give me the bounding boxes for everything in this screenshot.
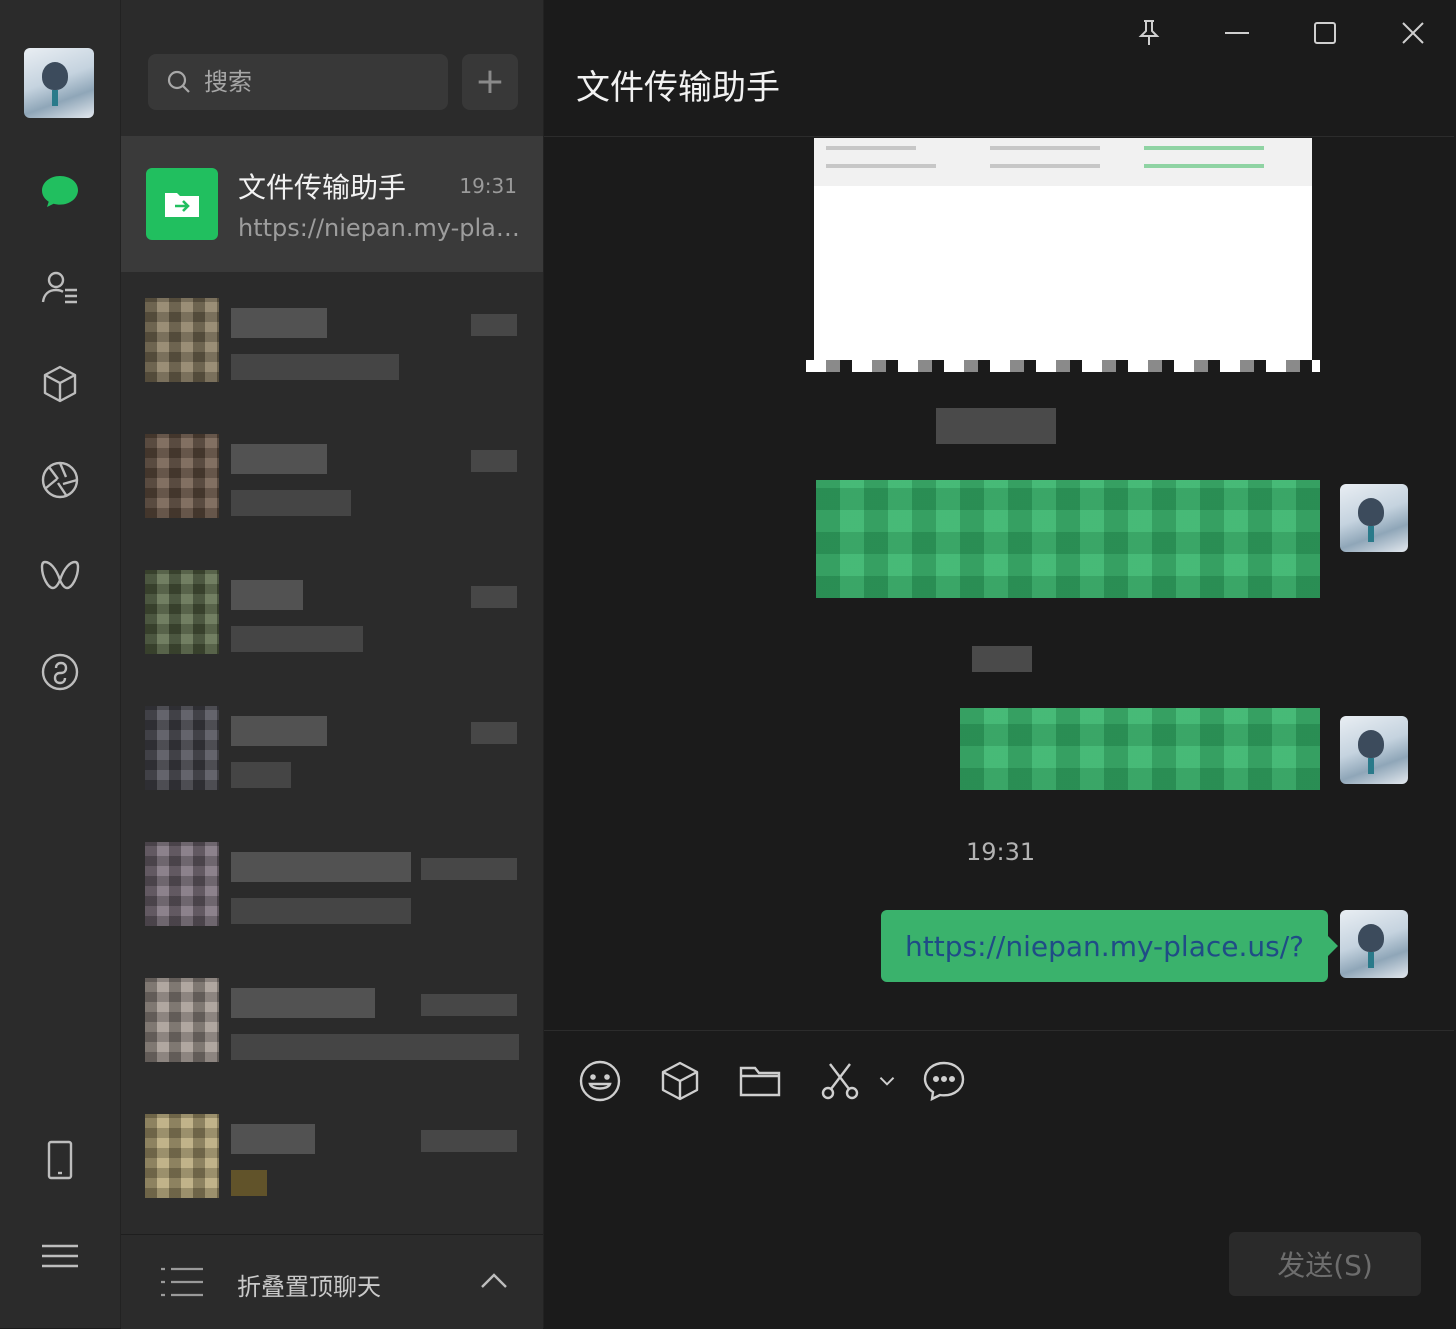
- emoji-icon[interactable]: [578, 1056, 622, 1106]
- pin-icon[interactable]: [1124, 12, 1174, 54]
- chat-item-file-transfer[interactable]: 文件传输助手 19:31 https://niepan.my-place.us/…: [121, 136, 543, 272]
- add-button[interactable]: +: [462, 54, 518, 110]
- blurred-message-bubble[interactable]: [816, 480, 1320, 598]
- favorites-cube-icon[interactable]: [30, 354, 90, 414]
- close-icon[interactable]: [1388, 12, 1438, 54]
- blurred-avatar: [145, 1114, 219, 1198]
- chat-item-name: 文件传输助手: [238, 171, 407, 204]
- chat-item-blurred[interactable]: [121, 412, 543, 548]
- blurred-preview: [231, 1170, 267, 1196]
- chat-item-blurred[interactable]: [121, 548, 543, 684]
- blurred-time: [471, 722, 517, 744]
- search-icon: [167, 70, 190, 93]
- chat-history-icon[interactable]: [922, 1056, 966, 1106]
- blurred-name: [231, 988, 375, 1018]
- blurred-name: [231, 444, 327, 474]
- chat-title: 文件传输助手: [576, 68, 780, 108]
- chat-panel: 文件传输助手 19:31 https://niepan.my-place.us/…: [543, 0, 1454, 1328]
- nav-rail: [0, 0, 121, 1328]
- blurred-avatar: [145, 434, 219, 518]
- search-box[interactable]: [148, 54, 448, 110]
- conversation-list: + 文件传输助手 19:31 https://niepan.my-place.u…: [121, 0, 543, 1329]
- chat-item-blurred[interactable]: [121, 820, 543, 956]
- message-avatar[interactable]: [1340, 484, 1408, 552]
- chat-item-blurred[interactable]: [121, 684, 543, 820]
- blurred-avatar: [145, 298, 219, 382]
- search-input[interactable]: [202, 67, 426, 97]
- blurred-preview: [231, 1034, 519, 1060]
- blurred-preview: [231, 626, 363, 652]
- blurred-message-bubble[interactable]: [960, 708, 1320, 790]
- blurred-avatar: [145, 706, 219, 790]
- user-avatar[interactable]: [24, 48, 94, 118]
- channels-butterfly-icon[interactable]: [30, 546, 90, 606]
- blurred-avatar: [145, 978, 219, 1062]
- chat-item-time: 19:31: [459, 174, 517, 198]
- plus-icon: +: [474, 61, 506, 102]
- message-timestamp: 19:31: [966, 838, 1036, 866]
- collapse-pinned-label: 折叠置顶聊天: [237, 1273, 381, 1301]
- contacts-icon[interactable]: [30, 258, 90, 318]
- moments-aperture-icon[interactable]: [30, 450, 90, 510]
- image-document-header: [814, 138, 1312, 186]
- minimize-icon[interactable]: [1212, 12, 1262, 54]
- blurred-avatar: [145, 570, 219, 654]
- blurred-name: [231, 716, 327, 746]
- blurred-time: [421, 858, 517, 880]
- blurred-name: [231, 580, 303, 610]
- chat-item-blurred[interactable]: [121, 956, 543, 1092]
- mini-programs-icon[interactable]: [30, 642, 90, 702]
- screenshot-scissors-icon[interactable]: [818, 1056, 862, 1106]
- blurred-preview: [231, 490, 351, 516]
- blurred-time: [471, 450, 517, 472]
- message-avatar[interactable]: [1340, 716, 1408, 784]
- blurred-preview: [231, 354, 399, 380]
- blurred-timestamp: [936, 408, 1056, 444]
- wechat-window: + 文件传输助手 19:31 https://niepan.my-place.u…: [0, 0, 1456, 1329]
- maximize-icon[interactable]: [1300, 12, 1350, 54]
- chat-item-blurred[interactable]: [121, 276, 543, 412]
- folder-icon[interactable]: [738, 1056, 782, 1106]
- input-divider: [544, 1030, 1454, 1031]
- favorites-cube-icon[interactable]: [658, 1056, 702, 1106]
- title-divider: [544, 136, 1454, 137]
- blurred-timestamp: [972, 646, 1032, 672]
- send-button[interactable]: 发送(S): [1229, 1232, 1421, 1296]
- blurred-time: [471, 314, 517, 336]
- blurred-name: [231, 1124, 315, 1154]
- chat-item-preview: https://niepan.my-place.us/?: [238, 214, 523, 242]
- image-edge: [806, 360, 1320, 372]
- blurred-name: [231, 308, 327, 338]
- chevron-down-icon[interactable]: [876, 1056, 898, 1106]
- chat-item-blurred[interactable]: [121, 1092, 543, 1228]
- collapse-pinned-bar[interactable]: 折叠置顶聊天: [121, 1234, 543, 1329]
- message-avatar[interactable]: [1340, 910, 1408, 978]
- blurred-avatar: [145, 842, 219, 926]
- image-body: [814, 186, 1312, 360]
- blurred-preview: [231, 762, 291, 788]
- list-icon: [161, 1267, 203, 1297]
- blurred-time: [471, 586, 517, 608]
- phone-icon[interactable]: [30, 1130, 90, 1190]
- blurred-time: [421, 994, 517, 1016]
- file-transfer-icon: [146, 168, 218, 240]
- chevron-up-icon: [481, 1273, 507, 1288]
- blurred-name: [231, 852, 411, 882]
- image-message[interactable]: [806, 138, 1320, 372]
- blurred-preview: [231, 898, 411, 924]
- blurred-time: [421, 1130, 517, 1152]
- link-message-bubble[interactable]: https://niepan.my-place.us/?: [881, 910, 1339, 982]
- chat-icon[interactable]: [30, 162, 90, 222]
- menu-icon[interactable]: [30, 1226, 90, 1286]
